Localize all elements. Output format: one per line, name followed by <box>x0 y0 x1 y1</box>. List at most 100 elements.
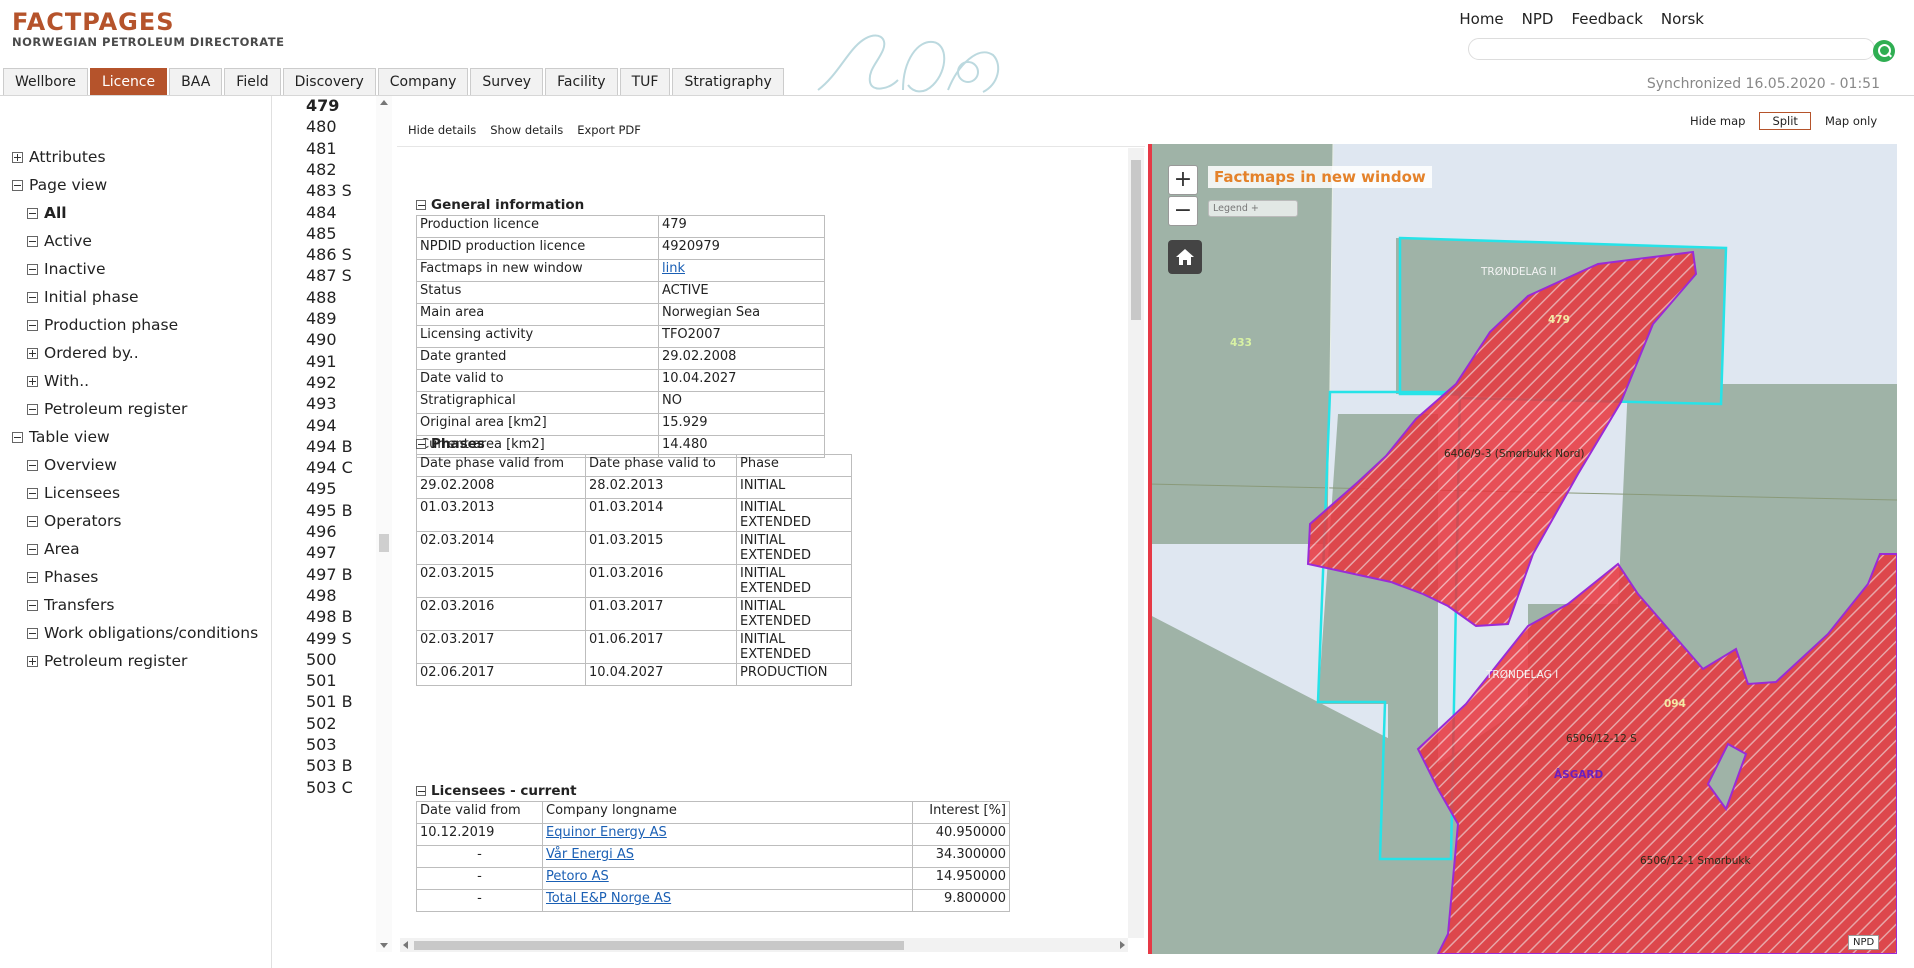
tab-wellbore[interactable]: Wellbore <box>3 68 88 95</box>
tree-item-label[interactable]: Licensees <box>44 484 120 502</box>
tree-item[interactable]: Petroleum register <box>12 647 258 675</box>
tab-facility[interactable]: Facility <box>545 68 618 95</box>
licence-list-item[interactable]: 485 <box>306 224 337 243</box>
collapse-icon[interactable] <box>27 487 38 499</box>
tree-item-label[interactable]: Production phase <box>44 316 178 334</box>
licence-list-item[interactable]: 495 <box>306 479 337 498</box>
tree-item[interactable]: Page view <box>12 171 258 199</box>
licence-list-item[interactable]: 494 B <box>306 437 353 456</box>
map-label-094[interactable]: 094 <box>1664 698 1686 710</box>
column-header[interactable]: Date phase valid from <box>416 454 586 477</box>
phases-heading[interactable]: Phases <box>416 436 485 452</box>
tree-item[interactable]: Ordered by.. <box>12 339 258 367</box>
licence-list-item[interactable]: 501 B <box>306 692 353 711</box>
zoom-in-button[interactable]: + <box>1168 165 1198 195</box>
expand-icon[interactable] <box>27 655 38 667</box>
tab-stratigraphy[interactable]: Stratigraphy <box>672 68 784 95</box>
company-link[interactable]: Petoro AS <box>546 869 609 884</box>
tab-licence[interactable]: Licence <box>89 68 168 102</box>
tree-item[interactable]: Area <box>12 535 258 563</box>
map-label-433[interactable]: 433 <box>1230 337 1252 349</box>
licence-list-item[interactable]: 497 <box>306 543 337 562</box>
legend-toggle[interactable]: Legend + <box>1208 200 1298 217</box>
collapse-icon[interactable] <box>27 263 38 275</box>
collapse-icon[interactable] <box>27 403 38 415</box>
nav-feedback[interactable]: Feedback <box>1571 10 1642 28</box>
factmaps-link[interactable]: Factmaps in new window <box>1208 166 1432 188</box>
licence-list-item[interactable]: 484 <box>306 203 337 222</box>
collapse-icon[interactable] <box>416 200 426 210</box>
tree-item[interactable]: Attributes <box>12 143 258 171</box>
tree-item-label[interactable]: Phases <box>44 568 98 586</box>
collapse-icon[interactable] <box>27 459 38 471</box>
map-label-well-6506-12-12s[interactable]: 6506/12-12 S <box>1566 733 1637 745</box>
tree-item-label[interactable]: Petroleum register <box>44 400 187 418</box>
scrollbar-thumb[interactable] <box>379 534 389 552</box>
tab-company[interactable]: Company <box>377 68 469 95</box>
licence-list-item[interactable]: 499 S <box>306 629 352 648</box>
column-header[interactable]: Interest [%] <box>912 801 1010 824</box>
scrollbar-thumb[interactable] <box>1131 160 1141 320</box>
tree-item[interactable]: All <box>12 199 258 227</box>
logo-title[interactable]: FACTPAGES <box>12 8 175 36</box>
licence-list-item[interactable]: 482 <box>306 160 337 179</box>
licence-list-item[interactable]: 493 <box>306 394 337 413</box>
tree-item[interactable]: Initial phase <box>12 283 258 311</box>
search-icon[interactable] <box>1873 40 1895 62</box>
map-label-asgard[interactable]: ÅSGARD <box>1554 769 1603 781</box>
collapse-icon[interactable] <box>27 515 38 527</box>
collapse-icon[interactable] <box>27 291 38 303</box>
licence-list-item[interactable]: 501 <box>306 671 337 690</box>
tree-item-label[interactable]: Initial phase <box>44 288 139 306</box>
scrollbar-thumb[interactable] <box>414 941 904 950</box>
licence-list-item[interactable]: 500 <box>306 650 337 669</box>
licence-list-item[interactable]: 487 S <box>306 266 352 285</box>
tab-survey[interactable]: Survey <box>470 68 544 95</box>
tree-item[interactable]: With.. <box>12 367 258 395</box>
collapse-icon[interactable] <box>416 439 426 449</box>
licence-list-item[interactable]: 503 B <box>306 756 353 775</box>
tree-item-label[interactable]: Operators <box>44 512 121 530</box>
collapse-icon[interactable] <box>27 599 38 611</box>
licence-list-item[interactable]: 486 S <box>306 245 352 264</box>
licence-list-item[interactable]: 489 <box>306 309 337 328</box>
licence-list-item[interactable]: 498 <box>306 586 337 605</box>
tree-item[interactable]: Table view <box>12 423 258 451</box>
tree-item[interactable]: Overview <box>12 451 258 479</box>
tree-item[interactable]: Work obligations/conditions <box>12 619 258 647</box>
company-link[interactable]: Total E&P Norge AS <box>546 891 671 906</box>
collapse-icon[interactable] <box>27 543 38 555</box>
licence-list-item[interactable]: 494 <box>306 416 337 435</box>
expand-icon[interactable] <box>27 375 38 387</box>
tree-item[interactable]: Operators <box>12 507 258 535</box>
collapse-icon[interactable] <box>27 627 38 639</box>
licence-list-item[interactable]: 503 C <box>306 778 353 797</box>
map-label-smorbukk-nord[interactable]: 6406/9-3 (Smørbukk Nord) <box>1444 448 1584 460</box>
collapse-icon[interactable] <box>27 319 38 331</box>
licence-list-item[interactable]: 498 B <box>306 607 353 626</box>
licence-list-item[interactable]: 496 <box>306 522 337 541</box>
factmaps-link[interactable]: link <box>662 261 685 276</box>
collapse-icon[interactable] <box>416 786 426 796</box>
collapse-icon[interactable] <box>12 179 23 191</box>
tree-item[interactable]: Transfers <box>12 591 258 619</box>
tree-item-label[interactable]: Attributes <box>29 148 106 166</box>
column-header[interactable]: Company longname <box>542 801 913 824</box>
collapse-icon[interactable] <box>27 235 38 247</box>
map-only-button[interactable]: Map only <box>1825 114 1877 128</box>
tree-item-label[interactable]: Work obligations/conditions <box>44 624 258 642</box>
tree-item-label[interactable]: Transfers <box>44 596 114 614</box>
tree-item-label[interactable]: Inactive <box>44 260 106 278</box>
collapse-icon[interactable] <box>27 207 38 219</box>
licence-list-item[interactable]: 488 <box>306 288 337 307</box>
tree-item[interactable]: Petroleum register <box>12 395 258 423</box>
collapse-icon[interactable] <box>27 571 38 583</box>
nav-home[interactable]: Home <box>1459 10 1503 28</box>
licence-list-item[interactable]: 483 S <box>306 181 352 200</box>
tree-item-label[interactable]: All <box>44 204 67 222</box>
licence-list-item[interactable]: 479 <box>306 96 339 115</box>
nav-npd[interactable]: NPD <box>1522 10 1554 28</box>
split-button[interactable]: Split <box>1759 112 1811 130</box>
export-pdf-button[interactable]: Export PDF <box>577 123 641 137</box>
show-details-button[interactable]: Show details <box>490 123 563 137</box>
